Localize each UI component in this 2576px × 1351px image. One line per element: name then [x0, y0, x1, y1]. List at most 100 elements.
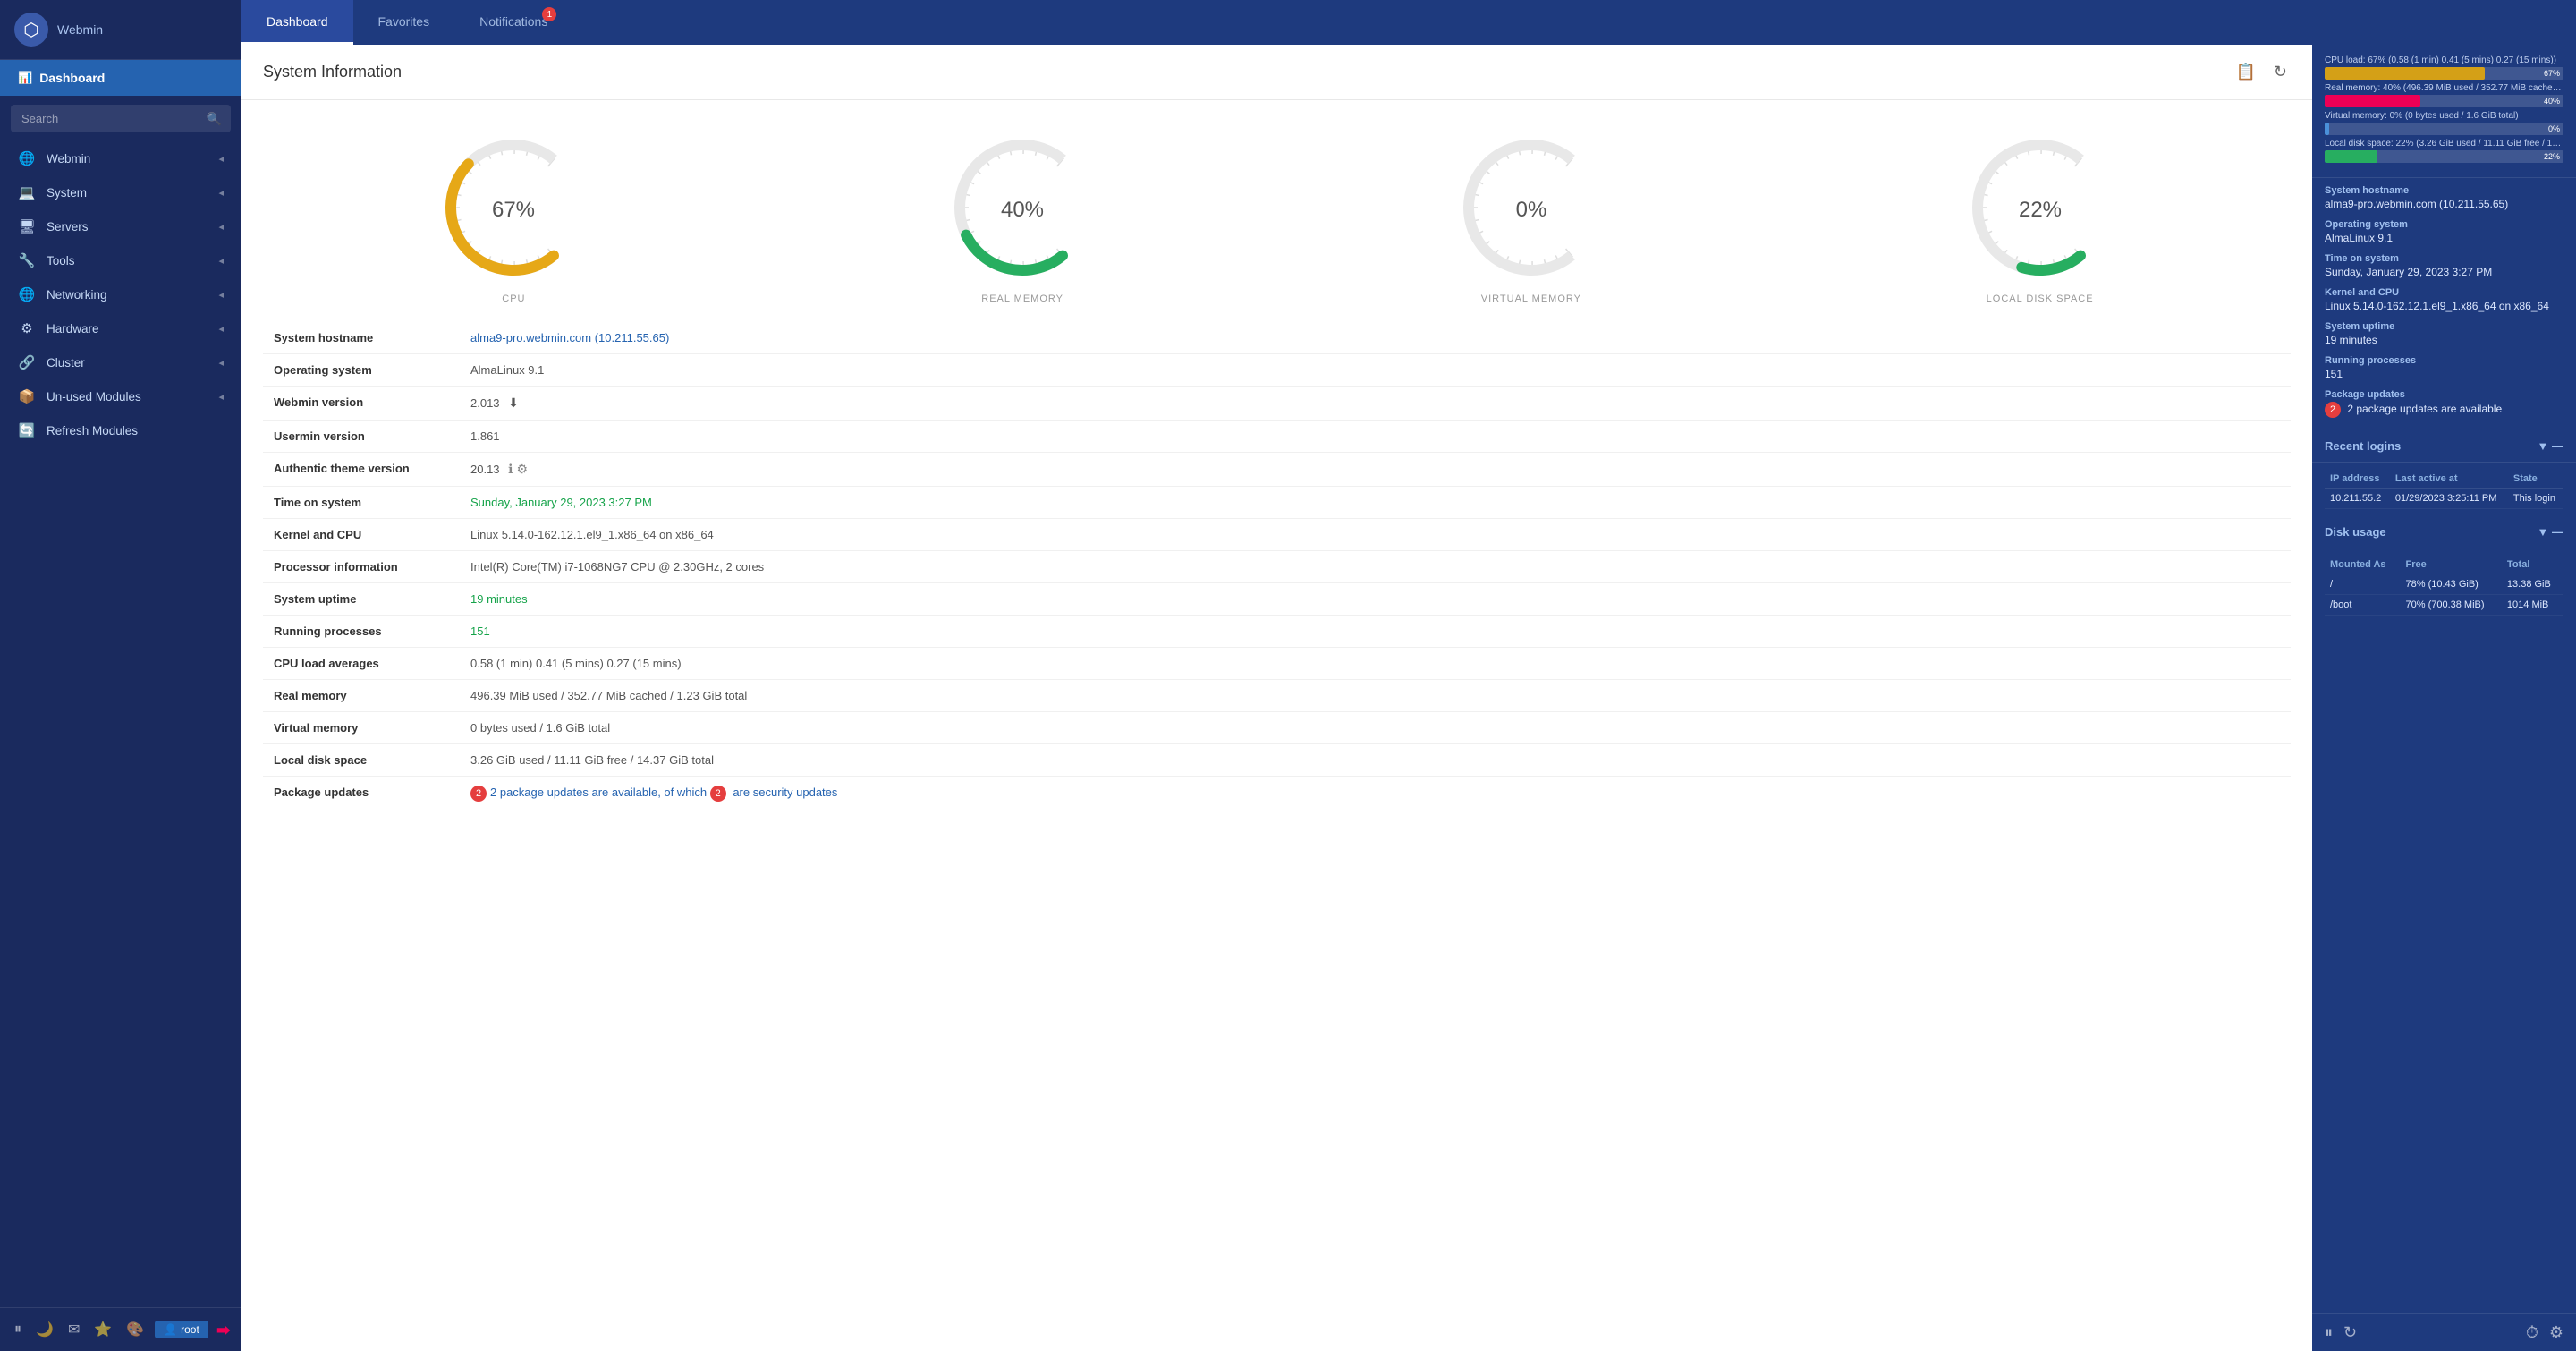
info-table-row: Webmin version 2.013 ⬇ — [263, 387, 2291, 421]
hostname-link[interactable]: alma9-pro.webmin.com (10.211.55.65) — [470, 331, 669, 344]
search-input[interactable] — [11, 105, 231, 132]
mail-icon[interactable]: ✉ — [64, 1317, 83, 1342]
disk-usage-label: Disk usage — [2325, 525, 2386, 539]
nav-icon-system: 💻 — [18, 184, 36, 200]
info-value: Intel(R) Core(TM) i7-1068NG7 CPU @ 2.30G… — [470, 560, 764, 574]
info-icon[interactable]: ℹ — [508, 462, 513, 476]
tab-dashboard[interactable]: Dashboard — [242, 0, 353, 45]
info-label: CPU load averages — [263, 648, 460, 680]
right-kernel-label: Kernel and CPU — [2325, 287, 2563, 298]
svg-text:67%: 67% — [492, 198, 535, 222]
info-label: Real memory — [263, 680, 460, 712]
info-value-cell: 496.39 MiB used / 352.77 MiB cached / 1.… — [460, 680, 2291, 712]
refresh-right-icon[interactable]: ↻ — [2343, 1323, 2357, 1342]
info-label: Running processes — [263, 616, 460, 648]
tab-notifications[interactable]: Notifications1 — [454, 0, 572, 45]
svg-text:0%: 0% — [1516, 198, 1547, 222]
info-label: Virtual memory — [263, 712, 460, 744]
refresh-button[interactable]: ↻ — [2270, 59, 2291, 85]
pkg-updates-link[interactable]: 2 package updates are available, of whic… — [490, 786, 710, 799]
info-table-row: System uptime 19 minutes — [263, 583, 2291, 616]
logins-col-header: Last active at — [2390, 470, 2508, 489]
moon-icon[interactable]: 🌙 — [32, 1317, 57, 1342]
info-value-cell: 151 — [460, 616, 2291, 648]
disk-usage-header[interactable]: Disk usage ▼ — — [2312, 516, 2576, 548]
sidebar-item-networking[interactable]: 🌐 Networking ◂ — [0, 277, 242, 311]
chevron-icon: ◂ — [218, 391, 224, 403]
info-value: 3.26 GiB used / 11.11 GiB free / 14.37 G… — [470, 753, 714, 767]
nav-label-tools: Tools — [47, 254, 75, 268]
sidebar-item-system[interactable]: 💻 System ◂ — [0, 175, 242, 209]
chevron-icon: ◂ — [218, 153, 224, 165]
copy-button[interactable]: 📋 — [2232, 59, 2258, 85]
star-icon[interactable]: ⭐ — [90, 1317, 115, 1342]
gauge-cpu: 67% CPU — [415, 127, 612, 304]
pb-pct: 67% — [2544, 67, 2560, 80]
pause-icon[interactable]: ⏸ — [11, 1318, 25, 1341]
info-table-row: Processor information Intel(R) Core(TM) … — [263, 551, 2291, 583]
info-label: Package updates — [263, 777, 460, 811]
pb-label: Real memory: 40% (496.39 MiB used / 352.… — [2325, 83, 2563, 93]
sidebar-bottom: ⏸ 🌙 ✉ ⭐ 🎨 👤 root ⮕ — [0, 1307, 242, 1351]
nav-label-webmin: Webmin — [47, 152, 90, 166]
pb-label: CPU load: 67% (0.58 (1 min) 0.41 (5 mins… — [2325, 55, 2563, 65]
nav-item-left: 🌐 Webmin — [18, 150, 90, 166]
user-badge[interactable]: 👤 root — [155, 1321, 208, 1338]
login-state: This login — [2508, 489, 2563, 509]
value-link[interactable]: Sunday, January 29, 2023 3:27 PM — [470, 496, 652, 509]
updates-badge: 2 — [2325, 402, 2341, 418]
info-table-wrap: System hostname alma9-pro.webmin.com (10… — [242, 322, 2312, 829]
svg-text:40%: 40% — [1001, 198, 1044, 222]
sidebar-item-cluster[interactable]: 🔗 Cluster ◂ — [0, 345, 242, 379]
settings-icon[interactable]: ⚙ — [2549, 1323, 2563, 1342]
top-nav-tabs: DashboardFavoritesNotifications1 — [242, 0, 572, 45]
gauge-label-real_memory: REAL MEMORY — [981, 293, 1063, 304]
sidebar-item-unused[interactable]: 📦 Un-used Modules ◂ — [0, 379, 242, 413]
download-icon[interactable]: ⬇ — [508, 395, 519, 410]
info-value: AlmaLinux 9.1 — [470, 363, 544, 377]
info-value: Linux 5.14.0-162.12.1.el9_1.x86_64 on x8… — [470, 528, 714, 541]
info-label: System uptime — [263, 583, 460, 616]
logout-icon[interactable]: ⮕ — [216, 1319, 231, 1340]
sidebar-item-hardware[interactable]: ⚙ Hardware ◂ — [0, 311, 242, 345]
recent-logins-header[interactable]: Recent logins ▼ — — [2312, 430, 2576, 463]
value-link[interactable]: 151 — [470, 625, 490, 638]
pb-label: Local disk space: 22% (3.26 GiB used / 1… — [2325, 139, 2563, 149]
notification-badge: 1 — [542, 7, 556, 21]
right-hostname-row: System hostname alma9-pro.webmin.com (10… — [2325, 185, 2563, 210]
sidebar-item-refresh[interactable]: 🔄 Refresh Modules — [0, 413, 242, 447]
pb-pct: 40% — [2544, 95, 2560, 107]
info-label: Webmin version — [263, 387, 460, 421]
disk-mount: /boot — [2325, 595, 2401, 616]
info-table-row: Usermin version 1.861 — [263, 421, 2291, 453]
sidebar-item-webmin[interactable]: 🌐 Webmin ◂ — [0, 141, 242, 175]
info-label: Usermin version — [263, 421, 460, 453]
info-label: Time on system — [263, 487, 460, 519]
sidebar-item-servers[interactable]: 🖥 Servers ◂ — [0, 209, 242, 243]
dashboard-tab[interactable]: 📊 Dashboard — [0, 60, 242, 96]
user-label: root — [181, 1323, 199, 1336]
chevron-icon: ◂ — [218, 323, 224, 335]
pb-fill — [2325, 67, 2485, 80]
gear-icon[interactable]: ⚙ — [516, 462, 528, 476]
info-value-cell: 3.26 GiB used / 11.11 GiB free / 14.37 G… — [460, 744, 2291, 777]
info-table-row: Kernel and CPU Linux 5.14.0-162.12.1.el9… — [263, 519, 2291, 551]
info-value-cell: AlmaLinux 9.1 — [460, 354, 2291, 387]
nav-icon-servers: 🖥 — [18, 218, 36, 234]
tab-favorites[interactable]: Favorites — [353, 0, 455, 45]
value-link[interactable]: 19 minutes — [470, 592, 528, 606]
svg-text:22%: 22% — [2019, 198, 2062, 222]
security-link[interactable]: are security updates — [730, 786, 838, 799]
right-time-label: Time on system — [2325, 253, 2563, 264]
right-time-row: Time on system Sunday, January 29, 2023 … — [2325, 253, 2563, 278]
sidebar-item-tools[interactable]: 🔧 Tools ◂ — [0, 243, 242, 277]
progress-bar-item: Virtual memory: 0% (0 bytes used / 1.6 G… — [2325, 111, 2563, 135]
right-os-row: Operating system AlmaLinux 9.1 — [2325, 219, 2563, 244]
palette-icon[interactable]: 🎨 — [123, 1317, 148, 1342]
info-value-cell: 19 minutes — [460, 583, 2291, 616]
chevron-icon: ◂ — [218, 187, 224, 199]
nav-icon-refresh: 🔄 — [18, 422, 36, 438]
nav-item-left: 🔧 Tools — [18, 252, 75, 268]
pause-right-icon[interactable]: ⏸ — [2325, 1323, 2333, 1342]
speedometer-icon[interactable]: ⏱ — [2526, 1323, 2538, 1342]
